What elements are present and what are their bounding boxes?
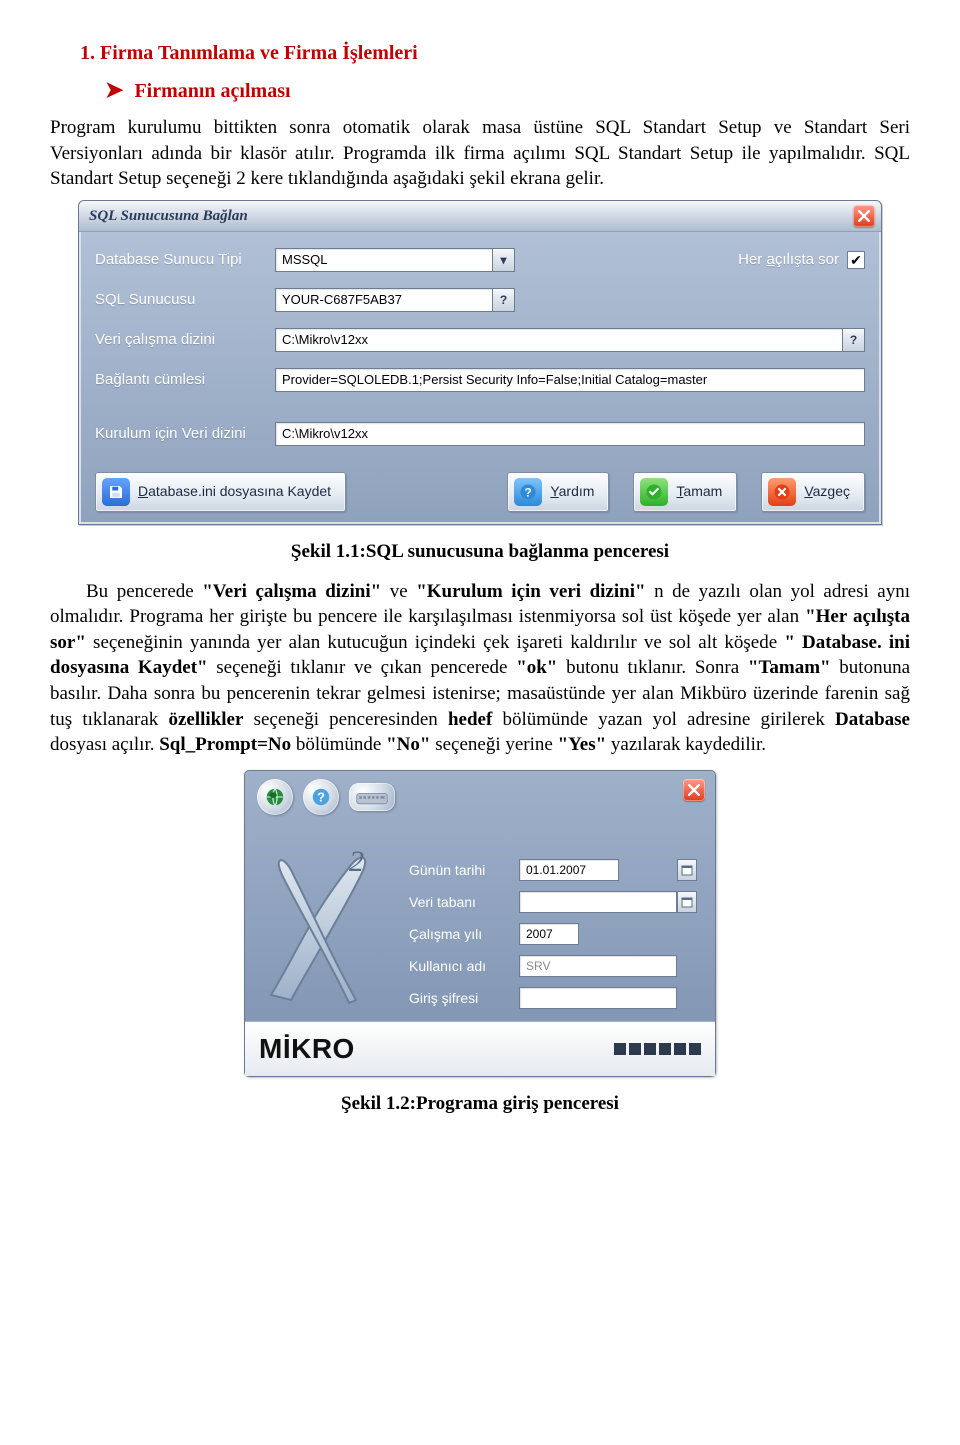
save-button-label: Database.ini dosyasına Kaydet	[138, 482, 331, 501]
data-dir-browse-button[interactable]: ?	[843, 328, 865, 352]
close-icon	[688, 784, 700, 796]
ok-button[interactable]: Tamam	[633, 472, 737, 512]
login-dialog: ? 2 Günün tar	[244, 770, 716, 1077]
help-icon[interactable]: ?	[303, 779, 339, 815]
label-install-dir: Kurulum için Veri dizini	[95, 424, 275, 444]
label-password: Giriş şifresi	[409, 989, 519, 1008]
help-button[interactable]: ? Yardım	[507, 472, 609, 512]
dialog-body: Database Sunucu Tipi MSSQL ▾ Her açılışt…	[79, 232, 881, 524]
label-sql-server: SQL Sunucusu	[95, 290, 275, 310]
ok-icon	[640, 478, 668, 506]
sql-connect-dialog: SQL Sunucusuna Bağlan Database Sunucu Ti…	[78, 200, 882, 525]
dialog-title: SQL Sunucusuna Bağlan	[89, 206, 248, 226]
combo-arrow-icon[interactable]: ▾	[493, 248, 515, 272]
paragraph-2: Bu pencerede "Veri çalışma dizini" ve "K…	[50, 579, 910, 758]
cancel-button[interactable]: Vazgeç	[761, 472, 865, 512]
arrow-icon: ➤	[105, 77, 123, 102]
svg-text:?: ?	[317, 790, 325, 805]
dialog-titlebar: SQL Sunucusuna Bağlan	[79, 201, 881, 232]
label-username: Kullanıcı adı	[409, 957, 519, 976]
svg-text:?: ?	[525, 485, 532, 499]
close-icon	[858, 210, 870, 222]
login-toolbar: ?	[245, 771, 715, 815]
data-dir-input[interactable]: C:\Mikro\v12xx	[275, 328, 843, 352]
database-input[interactable]	[519, 891, 677, 913]
save-database-ini-button[interactable]: Database.ini dosyasına Kaydet	[95, 472, 346, 512]
keyboard-icon[interactable]	[349, 783, 395, 811]
close-button[interactable]	[853, 205, 875, 227]
label-date: Günün tarihi	[409, 861, 519, 880]
save-icon	[102, 478, 130, 506]
startup-ask-checkbox[interactable]: ✔	[847, 251, 865, 269]
cancel-button-label: Vazgeç	[804, 482, 850, 501]
install-dir-input[interactable]: C:\Mikro\v12xx	[275, 422, 865, 446]
figure-caption-2: Şekil 1.2:Programa giriş penceresi	[50, 1091, 910, 1117]
paragraph-1: Program kurulumu bittikten sonra otomati…	[50, 115, 910, 192]
login-close-button[interactable]	[683, 779, 705, 801]
sql-server-browse-button[interactable]: ?	[493, 288, 515, 312]
sql-server-input[interactable]: YOUR-C687F5AB37	[275, 288, 493, 312]
db-type-combo[interactable]: MSSQL	[275, 248, 493, 272]
login-footer: MİKRO	[245, 1021, 715, 1076]
help-button-label: Yardım	[550, 482, 594, 501]
subheading-bullet: ➤ Firmanın açılması	[105, 75, 910, 105]
date-picker-button[interactable]	[677, 859, 697, 881]
connection-string-input[interactable]: Provider=SQLOLEDB.1;Persist Security Inf…	[275, 368, 865, 392]
database-browse-button[interactable]	[677, 891, 697, 913]
globe-icon[interactable]	[257, 779, 293, 815]
label-connection-string: Bağlantı cümlesi	[95, 370, 275, 390]
subheading-text: Firmanın açılması	[134, 80, 290, 102]
cancel-icon	[768, 478, 796, 506]
svg-text:2: 2	[349, 845, 364, 878]
year-input[interactable]: 2007	[519, 923, 579, 945]
help-icon: ?	[514, 478, 542, 506]
label-db-type: Database Sunucu Tipi	[95, 250, 275, 270]
label-data-dir: Veri çalışma dizini	[95, 330, 275, 350]
section-heading: 1. Firma Tanımlama ve Firma İşlemleri	[80, 40, 910, 67]
label-database: Veri tabanı	[409, 893, 519, 912]
ok-button-label: Tamam	[676, 482, 722, 501]
username-input[interactable]: SRV	[519, 955, 677, 977]
footer-squares-icon	[614, 1043, 701, 1055]
mikro-logo: MİKRO	[259, 1030, 355, 1068]
label-year: Çalışma yılı	[409, 925, 519, 944]
password-input[interactable]	[519, 987, 677, 1009]
app-x-logo: 2	[261, 825, 391, 1005]
label-startup-ask: Her açılışta sor	[738, 250, 839, 270]
figure-caption-1: Şekil 1.1:SQL sunucusuna bağlanma pencer…	[50, 539, 910, 565]
date-input[interactable]: 01.01.2007	[519, 859, 619, 881]
dialog-button-bar: Database.ini dosyasına Kaydet ? Yardım T…	[95, 472, 865, 512]
